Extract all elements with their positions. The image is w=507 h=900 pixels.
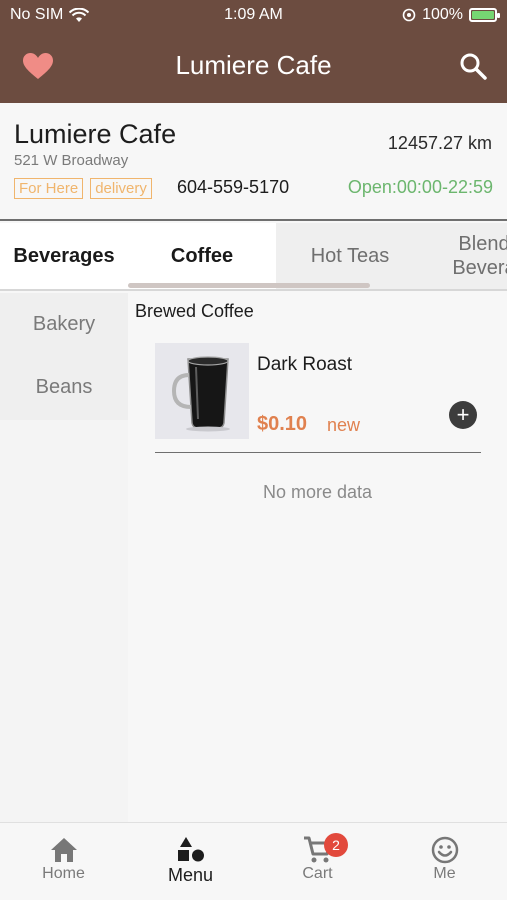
plus-circle-icon: +	[456, 402, 470, 427]
nav-me[interactable]: Me	[381, 835, 507, 883]
bottom-navigation: Home Menu Cart 2 Me	[0, 822, 507, 900]
product-new-badge: new	[327, 415, 361, 435]
status-bar: No SIM 1:09 AM 100%	[0, 0, 507, 30]
nav-menu-label: Menu	[167, 865, 214, 885]
nav-cart-label: Cart	[302, 865, 333, 882]
service-tags: For Here delivery	[14, 178, 152, 199]
tab-beverages[interactable]: Beverages	[0, 223, 128, 289]
tab-blended-beverages[interactable]: Blend Bevera	[424, 223, 507, 289]
tab-blend-line2: Bevera	[452, 257, 507, 279]
category-tabs: Beverages Coffee Hot Teas Blend Bevera	[0, 223, 507, 291]
app-screen: No SIM 1:09 AM 100% Lumiere Cafe Lumiere…	[0, 0, 507, 900]
tab-blend-line1: Blend	[458, 233, 507, 255]
subcategory-bakery[interactable]: Bakery	[0, 293, 128, 356]
add-to-cart-button[interactable]: +	[449, 401, 477, 429]
section-title: Brewed Coffee	[135, 301, 254, 321]
subcategory-panel-background	[0, 420, 128, 822]
product-price: $0.10	[257, 413, 308, 435]
nav-home-label: Home	[42, 865, 85, 882]
home-icon	[50, 838, 77, 862]
cafe-phone[interactable]: 604-559-5170	[177, 177, 289, 198]
cafe-distance: 12457.27 km	[387, 133, 492, 153]
nav-home[interactable]: Home	[0, 835, 127, 883]
cafe-info: Lumiere Cafe 521 W Broadway 12457.27 km …	[0, 103, 507, 221]
smile-icon	[431, 836, 458, 864]
tab-scroll-indicator	[128, 283, 370, 288]
cafe-hours: Open:00:00-22:59	[347, 177, 493, 197]
battery-icon	[469, 8, 500, 22]
subcategory-beans[interactable]: Beans	[0, 356, 128, 419]
shapes-icon	[177, 837, 204, 862]
tag-for-here: For Here	[14, 178, 84, 199]
product-name: Dark Roast	[257, 354, 353, 375]
tab-hot-teas[interactable]: Hot Teas	[276, 223, 424, 289]
product-image	[155, 343, 249, 439]
coffee-mug-image	[171, 356, 230, 432]
battery-percent: 100%	[422, 6, 463, 23]
nav-cart[interactable]: Cart 2	[254, 833, 381, 883]
subcategory-list: Bakery Beans	[0, 293, 128, 420]
product-item[interactable]: Dark Roast $0.10 new +	[155, 343, 481, 453]
nav-menu[interactable]: Menu	[127, 835, 254, 886]
cart-count-badge: 2	[324, 833, 348, 857]
app-bar: No SIM 1:09 AM 100% Lumiere Cafe	[0, 0, 507, 103]
tag-delivery: delivery	[90, 178, 152, 199]
list-end-message: No more data	[262, 482, 373, 502]
cafe-address: 521 W Broadway	[14, 152, 129, 169]
search-icon[interactable]	[459, 52, 487, 80]
orientation-lock-icon	[402, 8, 416, 22]
cafe-name: Lumiere Cafe	[14, 119, 177, 149]
nav-me-label: Me	[433, 865, 456, 882]
tab-coffee[interactable]: Coffee	[128, 223, 276, 289]
header-title: Lumiere Cafe	[175, 50, 332, 80]
